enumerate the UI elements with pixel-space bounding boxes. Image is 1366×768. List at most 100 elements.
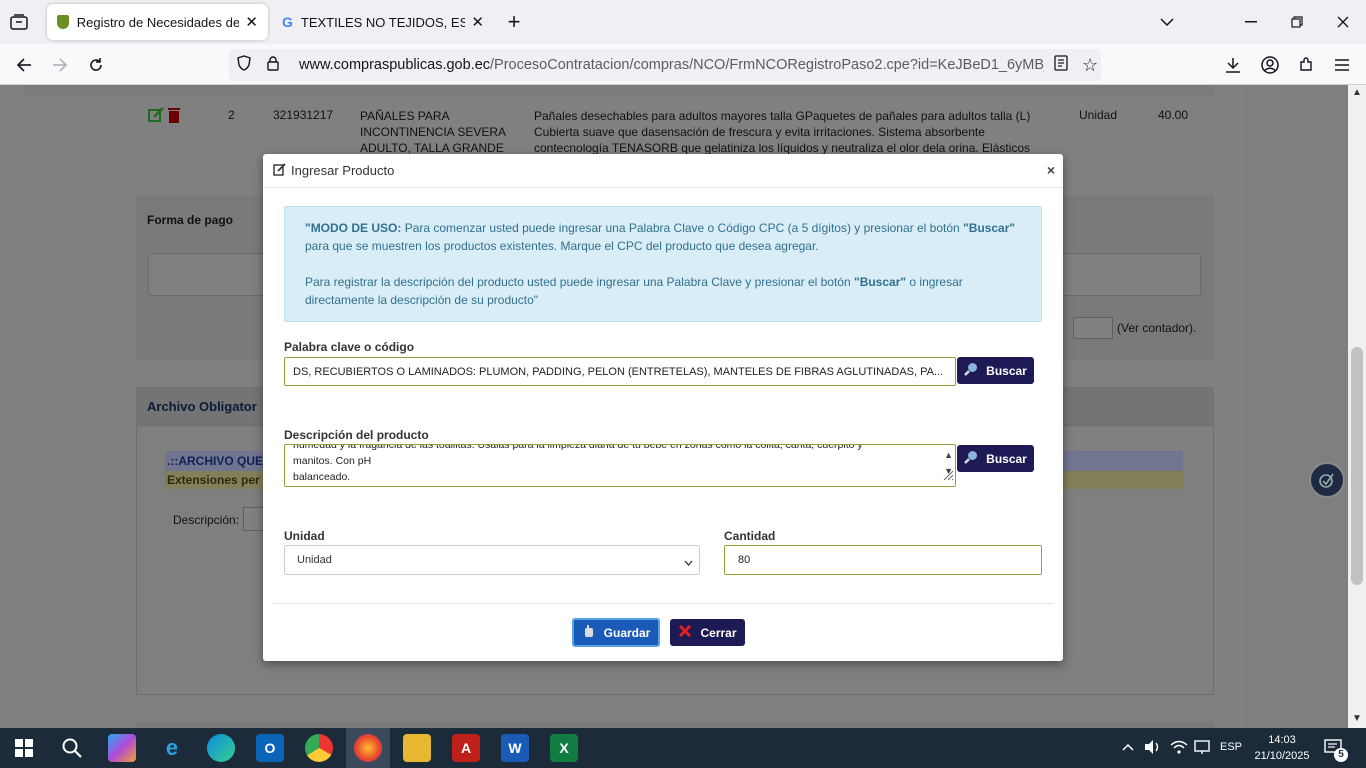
bookmark-star-icon[interactable]: ☆: [1082, 55, 1098, 76]
hand-icon: [582, 624, 596, 641]
resize-handle-icon[interactable]: [942, 469, 954, 486]
unit-select[interactable]: Unidad: [284, 545, 700, 575]
row-quantity: 40.00: [1158, 108, 1189, 122]
search-icon[interactable]: [58, 734, 86, 762]
firefox-icon[interactable]: [354, 734, 382, 762]
save-button[interactable]: Guardar: [572, 618, 660, 647]
copilot-icon[interactable]: [108, 734, 136, 762]
modal-footer-divider: [273, 603, 1053, 604]
quantity-input[interactable]: 80: [724, 545, 1042, 575]
accessibility-helper-icon[interactable]: [1309, 462, 1345, 498]
internet-explorer-icon[interactable]: e: [158, 734, 186, 762]
tab-title: TEXTILES NO TEJIDOS, ESTÁN C: [300, 14, 466, 30]
minimize-icon[interactable]: [1240, 11, 1262, 33]
favicon-icon: [57, 15, 69, 29]
magnifier-icon: [964, 362, 978, 379]
scroll-up-icon[interactable]: ▲: [1352, 87, 1362, 98]
description-label: Descripción del producto: [284, 428, 429, 442]
display-icon[interactable]: [1194, 739, 1210, 760]
browser-tab-bar: Registro de Necesidades de Co ✕ G TEXTIL…: [0, 0, 1366, 44]
scroll-down-icon[interactable]: ▼: [1352, 713, 1362, 724]
row-description: Pañales desechables para adultos mayores…: [534, 109, 1031, 155]
list-all-tabs-icon[interactable]: [8, 11, 30, 33]
downloads-icon[interactable]: [1222, 54, 1244, 76]
show-hidden-icons[interactable]: [1122, 740, 1134, 754]
close-tab-icon[interactable]: ✕: [245, 13, 258, 31]
close-window-icon[interactable]: [1332, 11, 1354, 33]
back-icon[interactable]: [13, 54, 35, 76]
edit-row-icon[interactable]: [148, 107, 164, 128]
file-explorer-icon[interactable]: [403, 734, 431, 762]
close-tab-icon[interactable]: ✕: [471, 13, 484, 31]
chevron-down-icon: [684, 557, 693, 569]
account-icon[interactable]: [1259, 54, 1281, 76]
file-required-title: .::ARCHIVO QUE: [167, 454, 263, 468]
row-code: 321931217: [273, 108, 334, 122]
modal-header: Ingresar Producto: [263, 154, 1063, 188]
delete-row-icon[interactable]: [167, 107, 181, 128]
reload-icon[interactable]: [85, 54, 107, 76]
lock-icon[interactable]: [267, 55, 285, 75]
textarea-scroll-up-icon[interactable]: ▲: [944, 447, 953, 463]
tab-title: Registro de Necesidades de Co: [76, 14, 240, 30]
description-textarea[interactable]: humedad y la fragancia de las toallitas.…: [284, 444, 956, 487]
payment-label: Forma de pago: [147, 213, 234, 227]
description-line: manitos. Con pH: [293, 455, 372, 467]
edge-icon[interactable]: [207, 734, 235, 762]
restore-icon[interactable]: [1286, 11, 1308, 33]
google-icon: G: [282, 14, 293, 30]
keyword-search-button[interactable]: Buscar: [957, 357, 1034, 384]
windows-taskbar: e O A W X ESP 14:03 21/10/2025 5: [0, 728, 1366, 768]
page-scrollbar[interactable]: ▲ ▼: [1348, 85, 1366, 728]
red-x-icon: [678, 624, 692, 641]
quantity-label: Cantidad: [724, 529, 776, 543]
language-indicator[interactable]: ESP: [1220, 741, 1242, 753]
extensions-icon[interactable]: [1295, 54, 1317, 76]
close-button[interactable]: Cerrar: [670, 619, 745, 646]
word-icon[interactable]: W: [501, 734, 529, 762]
url-text[interactable]: www.compraspublicas.gob.ec/ProcesoContra…: [299, 57, 1044, 73]
tracking-shield-icon[interactable]: [237, 55, 255, 75]
counter-link[interactable]: (Ver contador).: [1117, 321, 1196, 335]
magnifier-icon: [964, 450, 978, 467]
windows-start-icon[interactable]: [10, 734, 38, 762]
volume-icon[interactable]: [1144, 739, 1162, 760]
chrome-icon[interactable]: [305, 734, 333, 762]
modal-title: Ingresar Producto: [291, 163, 395, 178]
forward-icon[interactable]: [49, 54, 71, 76]
description-search-button[interactable]: Buscar: [957, 445, 1034, 472]
tab-registro[interactable]: Registro de Necesidades de Co ✕: [47, 4, 268, 40]
usage-info-box: "MODO DE USO: Para comenzar usted puede …: [284, 206, 1042, 322]
description-label: Descripción:: [173, 513, 240, 527]
browser-nav-bar: www.compraspublicas.gob.ec/ProcesoContra…: [0, 44, 1366, 85]
outlook-icon[interactable]: O: [256, 734, 284, 762]
tab-textiles[interactable]: G TEXTILES NO TEJIDOS, ESTÁN C ✕: [272, 4, 494, 40]
row-name: PAÑALES PARA INCONTINENCIA SEVERA ADULTO…: [360, 109, 506, 155]
usage-paragraph-1: "MODO DE USO: Para comenzar usted puede …: [305, 221, 1016, 253]
network-icon[interactable]: [1170, 739, 1188, 760]
table-header-bar: [24, 85, 1214, 95]
reader-view-icon[interactable]: [1054, 55, 1068, 75]
acrobat-icon[interactable]: A: [452, 734, 480, 762]
new-tab-icon[interactable]: +: [503, 9, 525, 34]
counter-input[interactable]: [1073, 317, 1113, 339]
menu-icon[interactable]: [1331, 54, 1353, 76]
usage-paragraph-2: Para registrar la descripción del produc…: [305, 275, 963, 307]
file-panel-title: Archivo Obligator: [147, 399, 257, 414]
modal-close-button[interactable]: ×: [1047, 162, 1055, 178]
scroll-thumb[interactable]: [1351, 347, 1363, 585]
extensions-label: Extensiones per: [167, 473, 260, 487]
clock[interactable]: 14:03 21/10/2025: [1251, 732, 1313, 764]
edit-icon: [273, 162, 286, 179]
description-line: balanceado.: [293, 471, 351, 483]
row-unit: Unidad: [1079, 108, 1118, 122]
keyword-input[interactable]: DS, RECUBIERTOS O LAMINADOS: PLUMON, PAD…: [284, 357, 956, 386]
notification-badge: 5: [1334, 748, 1348, 762]
unit-label: Unidad: [284, 529, 325, 543]
ingresar-producto-modal: Ingresar Producto × "MODO DE USO: Para c…: [263, 154, 1063, 661]
row-number: 2: [228, 108, 235, 122]
url-bar[interactable]: www.compraspublicas.gob.ec/ProcesoContra…: [229, 49, 1101, 81]
chevron-down-icon[interactable]: [1156, 11, 1178, 33]
keyword-label: Palabra clave o código: [284, 340, 415, 354]
excel-icon[interactable]: X: [550, 734, 578, 762]
